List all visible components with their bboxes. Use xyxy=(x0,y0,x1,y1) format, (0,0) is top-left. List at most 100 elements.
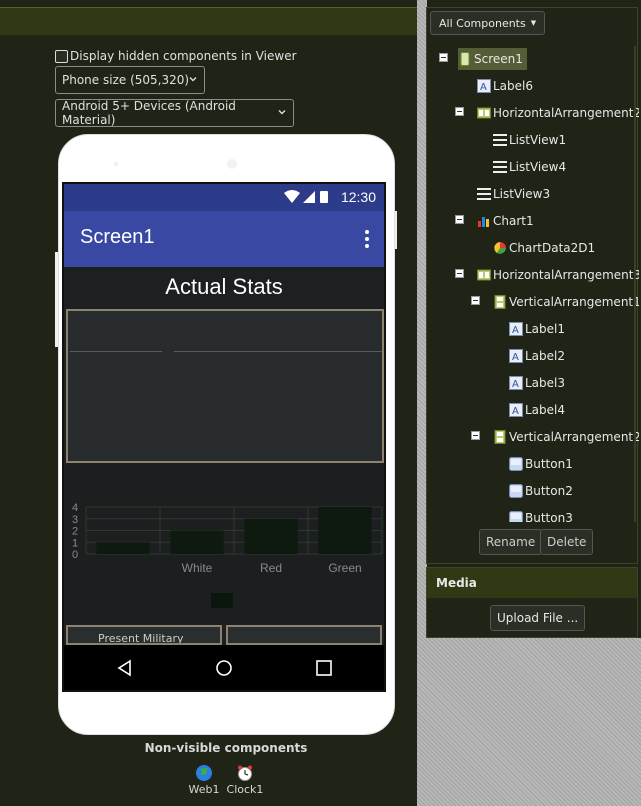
tree-item-button3[interactable]: Button3 xyxy=(509,507,573,522)
tree-item-button1[interactable]: Button1 xyxy=(509,453,573,475)
phone-camera xyxy=(227,159,237,169)
status-icons xyxy=(284,190,328,203)
phone-size-select[interactable]: Phone size (505,320) xyxy=(55,66,205,94)
svg-text:A: A xyxy=(512,325,519,336)
display-hidden-checkbox[interactable] xyxy=(55,49,68,63)
signal-icon xyxy=(303,191,315,203)
tree-item-label4[interactable]: A Label4 xyxy=(509,399,565,421)
svg-text:A: A xyxy=(512,379,519,390)
components-filter-label: All Components xyxy=(439,16,526,30)
tree-item-label: ListView1 xyxy=(509,133,567,147)
android-nav-bar xyxy=(64,645,384,690)
tree-item-label: ListView4 xyxy=(509,160,567,174)
tree-item-label: HorizontalArrangement2 xyxy=(493,106,639,120)
rename-button[interactable]: Rename xyxy=(479,529,543,555)
display-hidden-label: Display hidden components in Viewer xyxy=(70,49,297,63)
device-type-value: Android 5+ Devices (Android Material) xyxy=(62,99,236,127)
clock1-label: Clock1 xyxy=(226,783,264,796)
tree-item-label: Label4 xyxy=(525,403,566,417)
components-tree: Screen1 A Label6 HorizontalArrangement2 … xyxy=(427,46,639,522)
tree-item-label: VerticalArrangement1 xyxy=(509,295,639,309)
tree-item-label2[interactable]: A Label2 xyxy=(509,345,565,367)
tree-item-screen1[interactable]: Screen1 xyxy=(458,48,527,70)
viewer-header-bar xyxy=(0,7,417,35)
collapse-toggle-verticalarrangement1[interactable] xyxy=(471,296,480,305)
tree-item-label: Label6 xyxy=(493,79,534,93)
delete-button[interactable]: Delete xyxy=(540,529,594,555)
horizontal-arrangement-icon xyxy=(477,107,491,119)
tree-item-horizontalarrangement3[interactable]: HorizontalArrangement3 xyxy=(477,264,639,286)
button-icon xyxy=(509,484,523,498)
chevron-down-icon xyxy=(278,110,286,115)
tree-item-verticalarrangement2[interactable]: VerticalArrangement2 xyxy=(493,426,639,448)
caret-down-icon: ▼ xyxy=(530,19,537,27)
chart-bar xyxy=(244,518,298,554)
listview-icon xyxy=(493,161,507,173)
vertical-arrangement1[interactable]: Present Military xyxy=(66,625,222,645)
chart-category-label: Red xyxy=(260,561,282,575)
bar-chart: 01234 White Red Green xyxy=(72,502,383,608)
listview4[interactable] xyxy=(174,311,382,461)
tree-item-horizontalarrangement2[interactable]: HorizontalArrangement2 xyxy=(477,102,639,124)
nonvisible-web1[interactable]: Web1 xyxy=(186,764,222,796)
chart1[interactable]: 0 1 2 3 4 White Red Green xyxy=(64,465,384,623)
home-icon[interactable] xyxy=(215,659,233,677)
label6[interactable]: Actual Stats xyxy=(64,267,384,307)
horizontal-arrangement-icon xyxy=(477,269,491,281)
tree-item-label: ChartData2D1 xyxy=(509,241,596,255)
battery-icon xyxy=(320,191,328,203)
globe-icon xyxy=(196,765,212,781)
device-type-select[interactable]: Android 5+ Devices (Android Material) xyxy=(55,99,294,127)
tree-scrollbar[interactable] xyxy=(634,46,636,522)
tree-item-label3[interactable]: A Label3 xyxy=(509,372,565,394)
horizontal-arrangement2[interactable] xyxy=(66,309,384,463)
collapse-toggle-horizontalarrangement3[interactable] xyxy=(455,269,464,278)
label-icon: A xyxy=(509,322,523,336)
recents-icon[interactable] xyxy=(315,659,333,677)
display-hidden-checkbox-row[interactable]: Display hidden components in Viewer xyxy=(55,48,297,64)
chart-icon xyxy=(478,217,489,227)
media-panel: Media Upload File ... xyxy=(426,567,638,638)
label-icon: A xyxy=(509,403,523,417)
collapse-toggle-screen1[interactable] xyxy=(439,53,448,62)
chart-bar xyxy=(318,507,372,554)
tree-item-label: VerticalArrangement2 xyxy=(509,430,639,444)
chart-ytick-label: 4 xyxy=(72,502,78,514)
phone-size-value: Phone size (505,320) xyxy=(62,73,190,87)
tree-item-listview3[interactable]: ListView3 xyxy=(477,183,550,205)
collapse-toggle-chart1[interactable] xyxy=(455,215,464,224)
upload-file-button[interactable]: Upload File ... xyxy=(490,605,586,631)
tree-item-label6[interactable]: A Label6 xyxy=(477,75,533,97)
components-filter-dropdown[interactable]: All Components ▼ xyxy=(430,11,546,35)
label-icon: A xyxy=(509,349,523,363)
chartdata-icon xyxy=(494,242,506,254)
alarm-clock-icon xyxy=(238,765,252,781)
chart-category-label: White xyxy=(182,561,213,575)
tree-item-button2[interactable]: Button2 xyxy=(509,480,573,502)
vertical-arrangement-icon xyxy=(494,295,506,309)
back-icon[interactable] xyxy=(116,659,134,677)
tree-item-chartdata2d1[interactable]: ChartData2D1 xyxy=(493,237,595,259)
chart-ytick-label: 2 xyxy=(72,526,78,538)
listview1[interactable] xyxy=(70,311,162,461)
button-icon xyxy=(509,511,523,522)
tree-item-label1[interactable]: A Label1 xyxy=(509,318,565,340)
vertical-arrangement-icon xyxy=(494,430,506,444)
viewer-panel: Display hidden components in Viewer Phon… xyxy=(0,0,417,806)
horizontal-arrangement3[interactable]: Present Military xyxy=(66,625,384,645)
tree-item-listview1[interactable]: ListView1 xyxy=(493,129,566,151)
status-time: 12:30 xyxy=(340,189,376,205)
collapse-toggle-verticalarrangement2[interactable] xyxy=(471,431,480,440)
overflow-menu-icon[interactable] xyxy=(364,230,370,250)
tree-item-label: Button1 xyxy=(525,457,573,471)
tree-item-chart1[interactable]: Chart1 xyxy=(477,210,534,232)
tree-item-listview4[interactable]: ListView4 xyxy=(493,156,566,178)
components-panel: All Components ▼ Screen1 A Label6 Horizo… xyxy=(426,7,639,564)
listview-icon xyxy=(477,188,491,200)
nonvisible-clock1[interactable]: Clock1 xyxy=(224,764,266,796)
chart-category-label: Green xyxy=(328,561,361,575)
web1-label: Web1 xyxy=(188,783,220,796)
vertical-arrangement2[interactable] xyxy=(226,625,382,645)
tree-item-verticalarrangement1[interactable]: VerticalArrangement1 xyxy=(493,291,639,313)
collapse-toggle-horizontalarrangement2[interactable] xyxy=(455,107,464,116)
